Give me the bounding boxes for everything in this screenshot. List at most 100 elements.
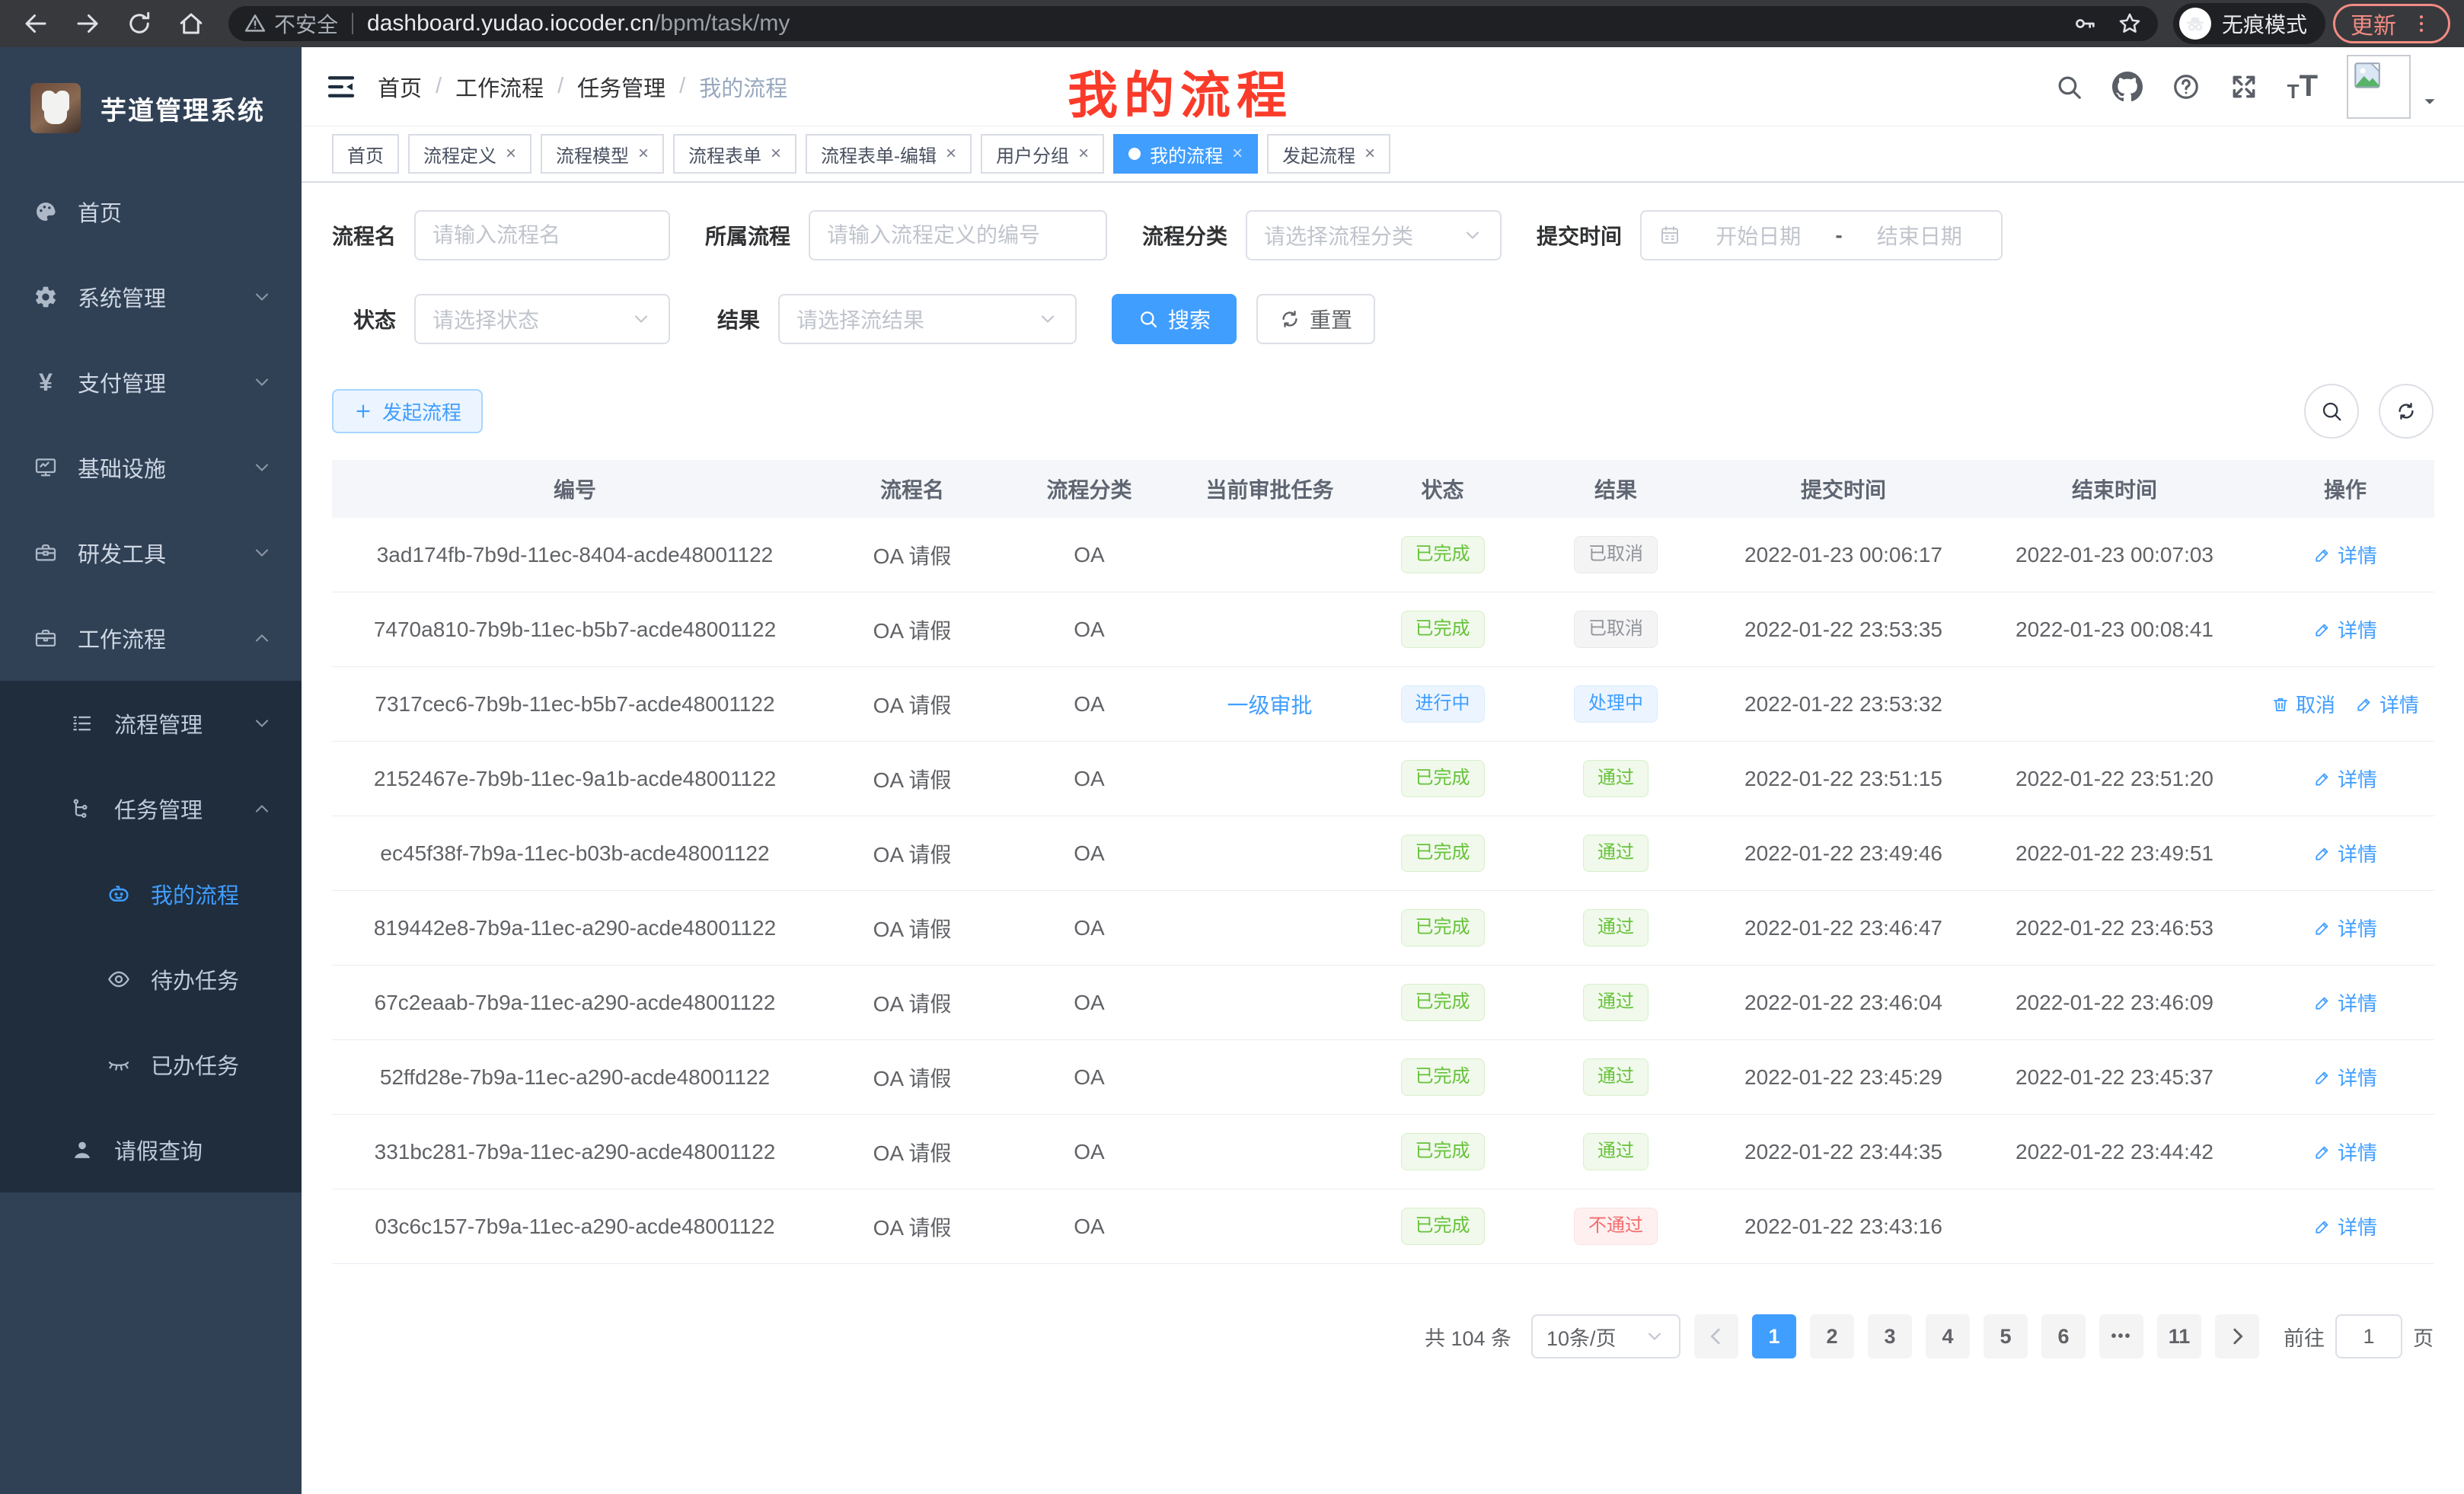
cell-actions: 详情 [2256, 1212, 2434, 1240]
sidebar-item-9[interactable]: 待办任务 [0, 937, 302, 1022]
breadcrumb-item-0[interactable]: 首页 [378, 71, 422, 103]
page-button-4[interactable]: 4 [1926, 1314, 1970, 1358]
close-icon[interactable]: × [946, 143, 956, 164]
cell-actions: 详情 [2256, 988, 2434, 1017]
cell-end-time: 2022-01-22 23:45:37 [1973, 1065, 2256, 1090]
tag-tab-6[interactable]: 我的流程× [1113, 134, 1258, 174]
submit-time-range-picker[interactable]: 开始日期 - 结束日期 [1640, 210, 2003, 260]
tag-tab-0[interactable]: 首页 [332, 134, 399, 174]
close-icon[interactable]: × [1078, 143, 1089, 164]
search-button[interactable]: 搜索 [1112, 294, 1237, 344]
github-icon[interactable] [2112, 72, 2143, 102]
sidebar-item-11[interactable]: 请假查询 [0, 1107, 302, 1192]
goto-page-input[interactable] [2335, 1314, 2402, 1358]
process-table: 编号流程名流程分类当前审批任务状态结果提交时间结束时间操作 3ad174fb-7… [332, 460, 2434, 1264]
tag-tab-4[interactable]: 流程表单-编辑× [806, 134, 972, 174]
detail-link[interactable]: 详情 [2313, 615, 2377, 643]
browser-update-menu-button[interactable]: 更新 [2333, 4, 2450, 43]
cancel-link[interactable]: 取消 [2271, 690, 2335, 718]
process-category-select[interactable]: 请选择流程分类 [1246, 210, 1502, 260]
sidebar-item-2[interactable]: ¥ 支付管理 [0, 340, 302, 425]
search-icon[interactable] [2054, 72, 2083, 101]
font-size-icon[interactable]: TT [2287, 69, 2318, 104]
detail-link[interactable]: 详情 [2313, 988, 2377, 1017]
page-ellipsis[interactable]: ••• [2099, 1314, 2143, 1358]
table-search-toggle-button[interactable] [2304, 384, 2359, 439]
sidebar-item-4[interactable]: 研发工具 [0, 510, 302, 595]
tag-tab-2[interactable]: 流程模型× [541, 134, 664, 174]
breadcrumb-item-1[interactable]: 工作流程 [455, 71, 544, 103]
detail-link[interactable]: 详情 [2313, 1212, 2377, 1240]
status-select[interactable]: 请选择状态 [414, 294, 670, 344]
sidebar-item-6[interactable]: 流程管理 [0, 681, 302, 766]
page-button-3[interactable]: 3 [1868, 1314, 1912, 1358]
sidebar-item-10[interactable]: 已办任务 [0, 1022, 302, 1107]
table-row: 7317cec6-7b9b-11ec-b5b7-acde48001122 OA … [332, 667, 2434, 742]
browser-reload-button[interactable] [117, 5, 161, 43]
page-button-11[interactable]: 11 [2157, 1314, 2201, 1358]
detail-link[interactable]: 详情 [2313, 839, 2377, 867]
result-select[interactable]: 请选择流结果 [778, 294, 1077, 344]
detail-link[interactable]: 详情 [2313, 1138, 2377, 1166]
avatar[interactable] [2347, 55, 2411, 119]
cell-category: OA [1007, 618, 1172, 642]
sidebar-item-8[interactable]: 我的流程 [0, 851, 302, 937]
browser-home-button[interactable] [169, 5, 213, 43]
sidebar-item-5[interactable]: 工作流程 [0, 595, 302, 681]
sidebar-item-label: 首页 [78, 196, 122, 228]
browser-back-button[interactable] [14, 5, 58, 43]
page-button-1[interactable]: 1 [1752, 1314, 1796, 1358]
table-row: 67c2eaab-7b9a-11ec-a290-acde48001122 OA … [332, 966, 2434, 1040]
caret-down-icon[interactable] [2420, 91, 2440, 111]
fullscreen-icon[interactable] [2229, 72, 2258, 101]
help-icon[interactable] [2172, 72, 2201, 101]
kebab-menu-icon[interactable] [2410, 12, 2433, 35]
sidebar-item-0[interactable]: 首页 [0, 169, 302, 254]
process-name-input[interactable] [432, 223, 652, 247]
close-icon[interactable]: × [506, 143, 516, 164]
detail-link[interactable]: 详情 [2313, 1063, 2377, 1091]
address-bar[interactable]: 不安全 dashboard.yudao.iocoder.cn/bpm/task/… [228, 6, 2158, 41]
close-icon[interactable]: × [638, 143, 649, 164]
key-icon[interactable] [2073, 11, 2097, 36]
next-page-button[interactable] [2215, 1314, 2259, 1358]
sidebar-item-7[interactable]: 任务管理 [0, 766, 302, 851]
breadcrumb-separator: / [679, 74, 685, 99]
process-definition-input[interactable] [827, 223, 1089, 247]
page-button-5[interactable]: 5 [1984, 1314, 2028, 1358]
breadcrumb-item-2[interactable]: 任务管理 [577, 71, 665, 103]
result-badge: 已取消 [1574, 536, 1658, 573]
tag-tab-5[interactable]: 用户分组× [981, 134, 1104, 174]
close-icon[interactable]: × [1364, 143, 1375, 164]
sidebar-item-3[interactable]: 基础设施 [0, 425, 302, 510]
page-button-6[interactable]: 6 [2041, 1314, 2086, 1358]
prev-page-button[interactable] [1694, 1314, 1738, 1358]
create-process-button[interactable]: 发起流程 [332, 389, 483, 433]
task-link[interactable]: 一级审批 [1227, 694, 1312, 717]
sidebar-item-1[interactable]: 系统管理 [0, 254, 302, 340]
reset-button[interactable]: 重置 [1256, 294, 1375, 344]
detail-link[interactable]: 详情 [2313, 541, 2377, 569]
page-button-2[interactable]: 2 [1810, 1314, 1854, 1358]
tag-tab-3[interactable]: 流程表单× [673, 134, 796, 174]
yen-icon: ¥ [34, 370, 58, 394]
close-icon[interactable]: × [771, 143, 781, 164]
flow-icon [70, 797, 94, 820]
detail-link[interactable]: 详情 [2355, 690, 2419, 718]
detail-link[interactable]: 详情 [2313, 765, 2377, 793]
tag-tab-7[interactable]: 发起流程× [1267, 134, 1390, 174]
star-icon[interactable] [2117, 11, 2143, 37]
table-row: 52ffd28e-7b9a-11ec-a290-acde48001122 OA … [332, 1040, 2434, 1115]
process-name-label: 流程名 [332, 220, 396, 251]
sidebar-toggle-button[interactable] [326, 72, 356, 102]
tag-tabs-bar: 首页 流程定义× 流程模型× 流程表单× 流程表单-编辑× 用户分组× 我的流程… [302, 126, 2464, 183]
browser-forward-button[interactable] [65, 5, 110, 43]
column-header-8: 操作 [2256, 474, 2434, 504]
tag-tab-1[interactable]: 流程定义× [408, 134, 531, 174]
table-refresh-button[interactable] [2379, 384, 2434, 439]
close-icon[interactable]: × [1232, 143, 1243, 164]
edit-icon [2313, 1068, 2332, 1087]
detail-link[interactable]: 详情 [2313, 914, 2377, 942]
page-size-select[interactable]: 10条/页 [1531, 1314, 1680, 1358]
table-row: 331bc281-7b9a-11ec-a290-acde48001122 OA … [332, 1115, 2434, 1189]
